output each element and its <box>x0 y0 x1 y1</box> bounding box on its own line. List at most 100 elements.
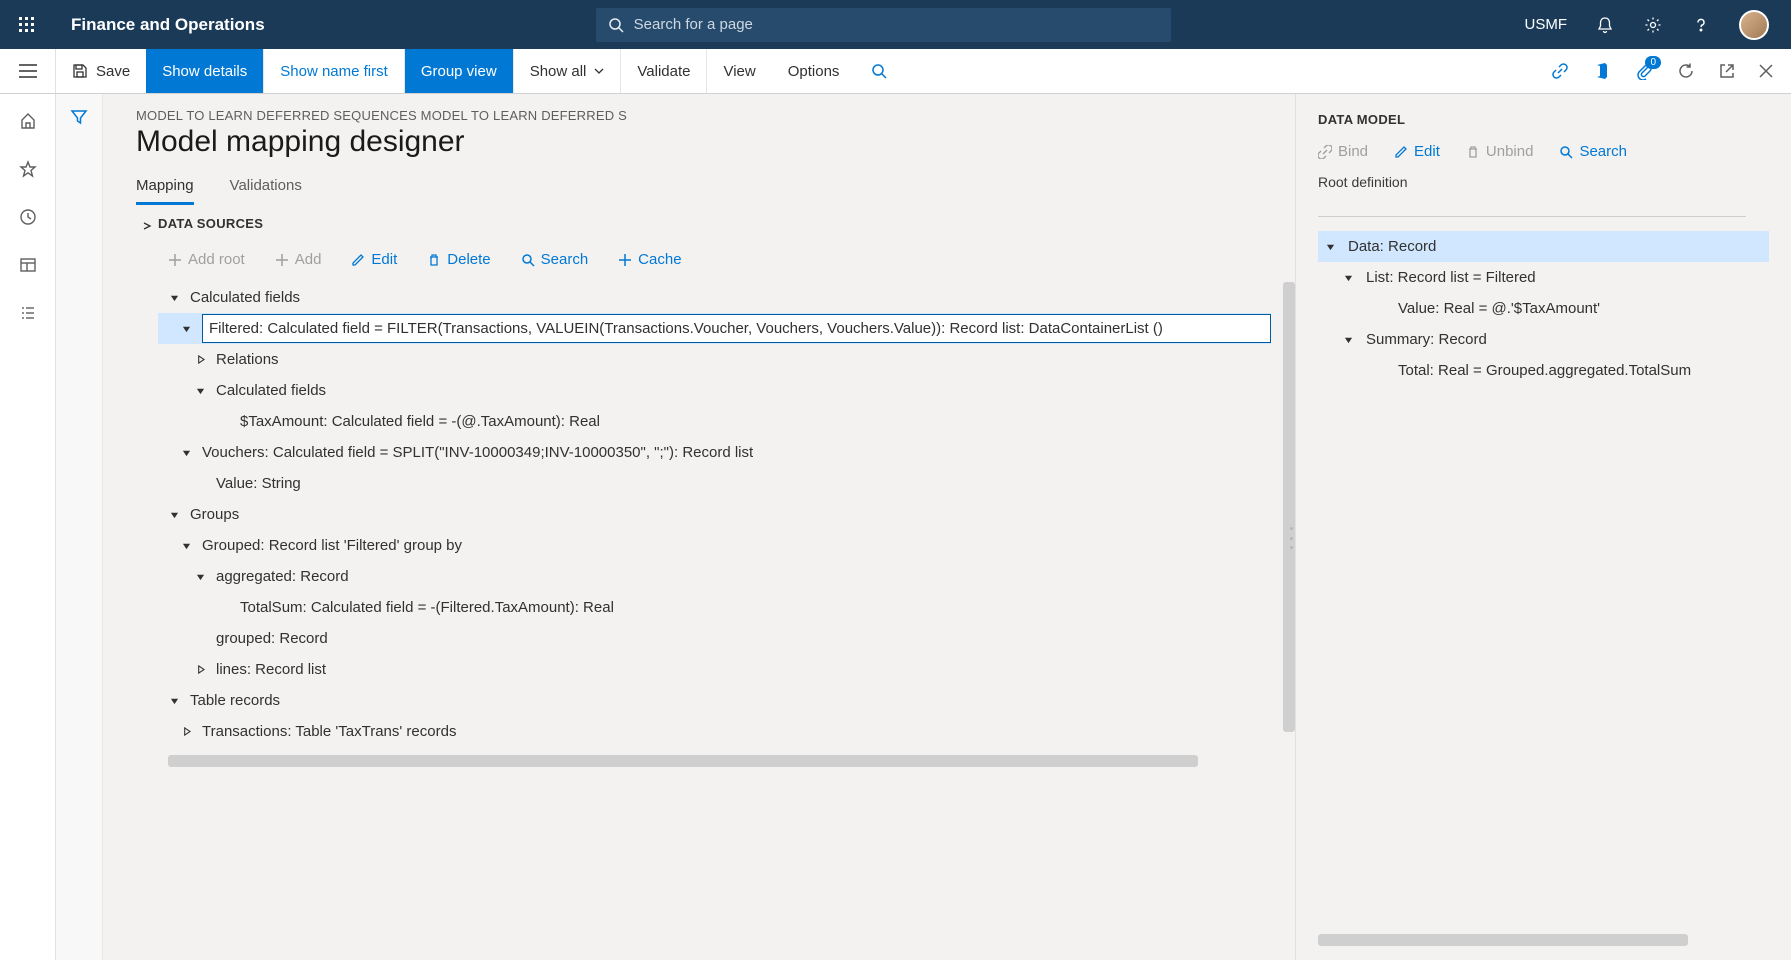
collapse-icon[interactable] <box>1322 239 1338 255</box>
help-icon[interactable] <box>1691 15 1711 35</box>
show-details-button[interactable]: Show details <box>146 49 264 93</box>
datasources-tree: Calculated fields Filtered: Calculated f… <box>158 282 1271 747</box>
tree-node-grouped-record[interactable]: grouped: Record <box>158 623 1271 654</box>
tree-node-taxamount[interactable]: $TaxAmount: Calculated field = -(@.TaxAm… <box>158 406 1271 437</box>
popout-icon[interactable] <box>1719 63 1735 79</box>
refresh-icon[interactable] <box>1677 62 1695 80</box>
search-button[interactable]: Search <box>1559 143 1627 160</box>
splitter-handle[interactable] <box>1290 527 1293 549</box>
recent-icon[interactable] <box>19 208 37 226</box>
view-button[interactable]: View <box>707 49 771 93</box>
page-tabs: Mapping Validations <box>136 177 1295 206</box>
tab-mapping[interactable]: Mapping <box>136 177 194 205</box>
filter-icon[interactable] <box>70 108 88 960</box>
gear-icon[interactable] <box>1643 15 1663 35</box>
filter-rail <box>56 94 103 960</box>
datasources-collapser[interactable] <box>136 216 158 960</box>
tree-node-relations[interactable]: Relations <box>158 344 1271 375</box>
top-bar: Finance and Operations Search for a page… <box>0 0 1791 49</box>
tree-node-filtered[interactable]: Filtered: Calculated field = FILTER(Tran… <box>158 313 1271 344</box>
command-bar: Save Show details Show name first Group … <box>0 49 1791 94</box>
global-search[interactable]: Search for a page <box>596 8 1171 42</box>
tree-node-aggregated[interactable]: aggregated: Record <box>158 561 1271 592</box>
star-icon[interactable] <box>19 160 37 178</box>
options-button[interactable]: Options <box>772 49 856 93</box>
dm-node-value[interactable]: Value: Real = @.'$TaxAmount' <box>1318 293 1769 324</box>
app-title: Finance and Operations <box>71 15 265 35</box>
main-content: MODEL TO LEARN DEFERRED SEQUENCES MODEL … <box>103 94 1295 960</box>
dm-node-data[interactable]: Data: Record <box>1318 231 1769 262</box>
collapse-icon[interactable] <box>178 538 194 554</box>
dm-node-total[interactable]: Total: Real = Grouped.aggregated.TotalSu… <box>1318 355 1769 386</box>
search-icon <box>608 17 624 33</box>
add-button[interactable]: Add <box>275 251 322 268</box>
data-model-heading: DATA MODEL <box>1318 112 1769 127</box>
tree-node-grouped[interactable]: Grouped: Record list 'Filtered' group by <box>158 530 1271 561</box>
save-button[interactable]: Save <box>56 49 146 93</box>
tree-node-groups[interactable]: Groups <box>158 499 1271 530</box>
tree-node-calc-fields-inner[interactable]: Calculated fields <box>158 375 1271 406</box>
search-icon <box>871 63 887 79</box>
collapse-icon[interactable] <box>178 445 194 461</box>
show-all-dropdown[interactable]: Show all <box>514 49 622 93</box>
validate-button[interactable]: Validate <box>621 49 707 93</box>
delete-button[interactable]: Delete <box>427 251 490 268</box>
tree-node-table-records[interactable]: Table records <box>158 685 1271 716</box>
tree-node-transactions[interactable]: Transactions: Table 'TaxTrans' records <box>158 716 1271 747</box>
data-model-panel: DATA MODEL Bind Edit Unbind Search <box>1295 94 1791 960</box>
datasources-heading: DATA SOURCES <box>158 216 1295 231</box>
group-view-button[interactable]: Group view <box>405 49 514 93</box>
tab-validations[interactable]: Validations <box>230 177 302 205</box>
expand-icon[interactable] <box>178 724 194 740</box>
expand-icon[interactable] <box>192 662 208 678</box>
collapse-icon[interactable] <box>192 569 208 585</box>
vertical-scrollbar[interactable] <box>1283 282 1295 732</box>
save-icon <box>72 63 88 79</box>
find-button[interactable] <box>855 49 903 93</box>
show-name-first-button[interactable]: Show name first <box>264 49 405 93</box>
bind-button[interactable]: Bind <box>1318 143 1368 160</box>
collapse-icon[interactable] <box>178 321 194 337</box>
company-label[interactable]: USMF <box>1525 16 1568 33</box>
add-root-button[interactable]: Add root <box>168 251 245 268</box>
hscroll-left[interactable] <box>168 755 1208 767</box>
hscroll-right[interactable] <box>1318 934 1688 946</box>
attachments-icon[interactable]: 0 <box>1635 62 1653 80</box>
left-nav-rail <box>0 94 56 960</box>
collapse-icon[interactable] <box>192 383 208 399</box>
tree-node-value-string[interactable]: Value: String <box>158 468 1271 499</box>
app-launcher-icon[interactable] <box>0 17 53 33</box>
bell-icon[interactable] <box>1595 15 1615 35</box>
data-model-tree: Data: Record List: Record list = Filtere… <box>1318 231 1769 386</box>
root-definition-label: Root definition <box>1318 174 1769 190</box>
collapse-icon[interactable] <box>1340 332 1356 348</box>
tree-node-totalsum[interactable]: TotalSum: Calculated field = -(Filtered.… <box>158 592 1271 623</box>
dm-node-list[interactable]: List: Record list = Filtered <box>1318 262 1769 293</box>
unbind-button[interactable]: Unbind <box>1466 143 1534 160</box>
modules-icon[interactable] <box>19 304 37 322</box>
tree-node-vouchers[interactable]: Vouchers: Calculated field = SPLIT("INV-… <box>158 437 1271 468</box>
edit-button[interactable]: Edit <box>351 251 397 268</box>
search-button[interactable]: Search <box>521 251 589 268</box>
link-icon[interactable] <box>1551 62 1569 80</box>
edit-button[interactable]: Edit <box>1394 143 1440 160</box>
hamburger-icon[interactable] <box>0 49 56 93</box>
home-icon[interactable] <box>19 112 37 130</box>
collapse-icon[interactable] <box>166 693 182 709</box>
tree-node-lines[interactable]: lines: Record list <box>158 654 1271 685</box>
data-model-toolbar: Bind Edit Unbind Search <box>1318 143 1769 160</box>
close-icon[interactable] <box>1759 64 1773 78</box>
tree-node-calculated-fields[interactable]: Calculated fields <box>158 282 1271 313</box>
expand-icon[interactable] <box>192 352 208 368</box>
attachments-badge: 0 <box>1645 56 1661 69</box>
user-avatar[interactable] <box>1739 10 1769 40</box>
collapse-icon[interactable] <box>1340 270 1356 286</box>
workspaces-icon[interactable] <box>19 256 37 274</box>
dm-node-summary[interactable]: Summary: Record <box>1318 324 1769 355</box>
office-icon[interactable] <box>1593 62 1611 80</box>
collapse-icon[interactable] <box>166 507 182 523</box>
breadcrumb: MODEL TO LEARN DEFERRED SEQUENCES MODEL … <box>136 108 1295 123</box>
root-definition-field[interactable] <box>1318 216 1746 217</box>
cache-button[interactable]: Cache <box>618 251 681 268</box>
collapse-icon[interactable] <box>166 290 182 306</box>
